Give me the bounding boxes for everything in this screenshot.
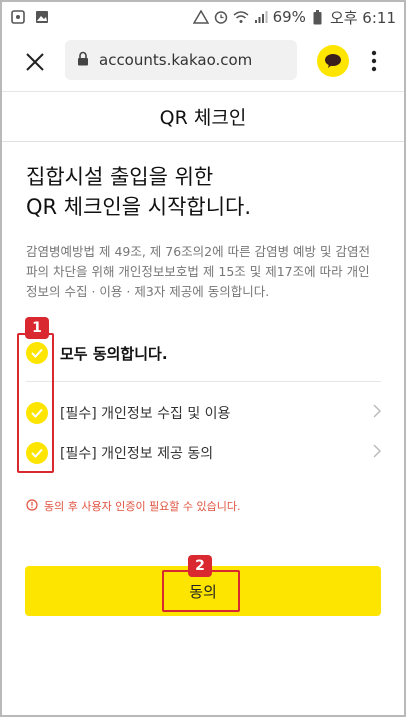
page-title: QR 체크인 — [2, 92, 404, 142]
agree-item-label: [필수] 개인정보 수집 및 이용 — [60, 406, 231, 422]
headline-line-2: QR 체크인을 시작합니다. — [26, 195, 252, 219]
agree-all-row[interactable]: 모두 동의합니다. — [26, 338, 381, 368]
battery-percent: 69% — [272, 8, 306, 26]
annotation-box-1 — [17, 333, 54, 473]
headline-line-1: 집합시설 출입을 위한 — [26, 165, 214, 189]
status-bar: 69% 오후 6:11 — [2, 2, 404, 32]
headline: 집합시설 출입을 위한 QR 체크인을 시작합니다. — [26, 162, 376, 222]
wifi-icon — [233, 10, 249, 24]
status-right: 69% 오후 6:11 — [192, 7, 396, 28]
status-left — [10, 10, 50, 24]
kakaotalk-button[interactable] — [317, 45, 349, 77]
close-button[interactable] — [20, 47, 50, 77]
close-icon — [26, 53, 44, 71]
chevron-right-icon[interactable] — [373, 444, 382, 462]
more-icon — [371, 50, 377, 72]
more-button[interactable] — [364, 46, 384, 76]
image-icon — [34, 10, 50, 24]
alert-icon — [192, 10, 209, 24]
consent-description: 감염병예방법 제 49조, 제 76조의2에 따른 감염병 예방 및 감염전파의… — [26, 244, 370, 299]
lock-icon — [77, 51, 89, 70]
notice: 동의 후 사용자 인증이 필요할 수 있습니다. — [26, 497, 381, 515]
battery-icon — [310, 9, 326, 24]
signal-icon — [253, 10, 269, 24]
alarm-icon — [213, 10, 229, 24]
chevron-right-icon[interactable] — [373, 404, 382, 422]
divider — [26, 381, 381, 382]
agree-item-provide[interactable]: [필수] 개인정보 제공 동의 — [26, 438, 382, 468]
kakaotalk-icon — [325, 54, 341, 68]
notice-text: 동의 후 사용자 인증이 필요할 수 있습니다. — [44, 500, 241, 513]
agree-all-label: 모두 동의합니다. — [60, 344, 168, 363]
url-text: accounts.kakao.com — [99, 51, 253, 69]
browser-bar: accounts.kakao.com — [2, 32, 404, 92]
agree-item-label: [필수] 개인정보 제공 동의 — [60, 446, 214, 462]
annotation-badge-2: 2 — [188, 555, 212, 577]
notification-icon — [10, 10, 26, 24]
info-icon — [26, 498, 38, 514]
url-bar[interactable]: accounts.kakao.com — [65, 40, 297, 80]
agree-item-collect-use[interactable]: [필수] 개인정보 수집 및 이용 — [26, 398, 382, 428]
status-time: 오후 6:11 — [329, 8, 396, 27]
annotation-badge-1: 1 — [25, 317, 49, 339]
